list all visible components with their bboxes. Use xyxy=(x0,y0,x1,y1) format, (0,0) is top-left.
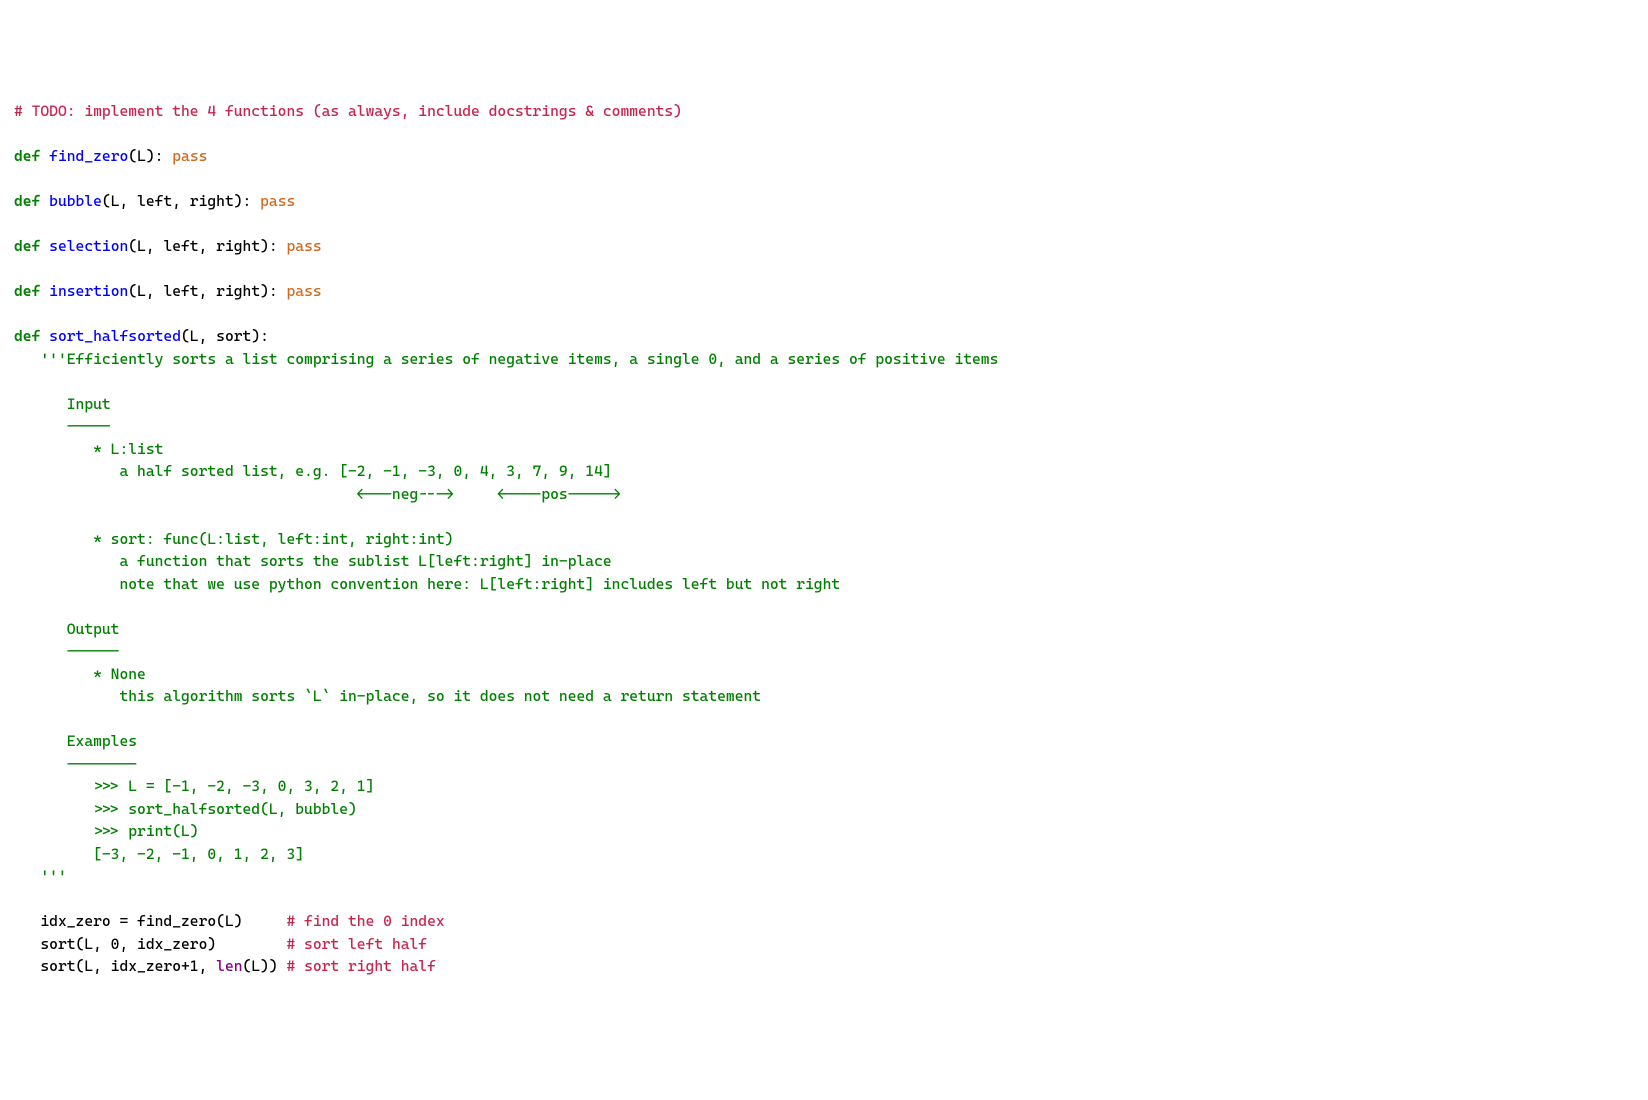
code-token: a half sorted list, e.g. [-2, -1, -3, 0,… xyxy=(14,462,612,480)
code-line: sort(L, 0, idx_zero) # sort left half xyxy=(14,933,1634,956)
code-line: note that we use python convention here:… xyxy=(14,573,1634,596)
code-token: * sort: func(L:list, left:int, right:int… xyxy=(14,530,453,548)
code-token xyxy=(40,327,49,345)
code-token: Examples xyxy=(14,732,137,750)
code-line xyxy=(14,370,1634,393)
code-token: # find the 0 index xyxy=(286,912,444,930)
code-token: >>> sort_halfsorted(L, bubble) xyxy=(14,800,357,818)
code-line: def bubble(L, left, right): pass xyxy=(14,190,1634,213)
code-line: * None xyxy=(14,663,1634,686)
code-token: ------ xyxy=(14,642,119,660)
code-token: pass xyxy=(286,282,321,300)
code-token: idx_zero = find_zero(L) xyxy=(14,912,286,930)
code-token xyxy=(40,282,49,300)
code-token: # sort right half xyxy=(286,957,435,975)
code-token: (L, left, right): xyxy=(128,237,286,255)
code-line: '''Efficiently sorts a list comprising a… xyxy=(14,348,1634,371)
code-token: >>> L = [-1, -2, -3, 0, 3, 2, 1] xyxy=(14,777,374,795)
code-line: ------ xyxy=(14,640,1634,663)
code-token: def xyxy=(14,147,40,165)
code-token: Input xyxy=(14,395,111,413)
code-token: def xyxy=(14,192,40,210)
code-line: this algorithm sorts `L` in-place, so it… xyxy=(14,685,1634,708)
code-token xyxy=(14,350,40,368)
code-token: find_zero xyxy=(49,147,128,165)
code-token: -------- xyxy=(14,755,137,773)
code-token: # TODO: implement the 4 functions (as al… xyxy=(14,102,682,120)
code-token: def xyxy=(14,282,40,300)
code-line: def find_zero(L): pass xyxy=(14,145,1634,168)
code-line xyxy=(14,708,1634,731)
code-line: Output xyxy=(14,618,1634,641)
code-token: def xyxy=(14,237,40,255)
code-token: sort(L, idx_zero+1, xyxy=(14,957,216,975)
code-token: insertion xyxy=(49,282,128,300)
code-token: >>> print(L) xyxy=(14,822,199,840)
code-token: '''Efficiently sorts a list comprising a… xyxy=(40,350,998,368)
code-token: ----- xyxy=(14,417,111,435)
code-line: >>> print(L) xyxy=(14,820,1634,843)
code-token: pass xyxy=(260,192,295,210)
code-line: Examples xyxy=(14,730,1634,753)
code-line: [-3, -2, -1, 0, 1, 2, 3] xyxy=(14,843,1634,866)
code-token: (L, left, right): xyxy=(128,282,286,300)
code-token xyxy=(40,237,49,255)
code-line xyxy=(14,213,1634,236)
code-line: a half sorted list, e.g. [-2, -1, -3, 0,… xyxy=(14,460,1634,483)
code-line: -------- xyxy=(14,753,1634,776)
code-line: >>> sort_halfsorted(L, bubble) xyxy=(14,798,1634,821)
code-token: note that we use python convention here:… xyxy=(14,575,840,593)
code-line: # TODO: implement the 4 functions (as al… xyxy=(14,100,1634,123)
code-line xyxy=(14,258,1634,281)
code-token xyxy=(40,147,49,165)
code-line: * L:list xyxy=(14,438,1634,461)
code-token: sort(L, 0, idx_zero) xyxy=(14,935,286,953)
code-line xyxy=(14,168,1634,191)
code-token: (L, sort): xyxy=(181,327,269,345)
code-line xyxy=(14,303,1634,326)
code-line: def insertion(L, left, right): pass xyxy=(14,280,1634,303)
code-line: Input xyxy=(14,393,1634,416)
code-line: def sort_halfsorted(L, sort): xyxy=(14,325,1634,348)
code-token: bubble xyxy=(49,192,102,210)
code-token: [-3, -2, -1, 0, 1, 2, 3] xyxy=(14,845,304,863)
code-line: def selection(L, left, right): pass xyxy=(14,235,1634,258)
code-token: pass xyxy=(172,147,207,165)
code-token: sort_halfsorted xyxy=(49,327,181,345)
code-line: <---neg---> <----pos-----> xyxy=(14,483,1634,506)
code-token: <---neg---> <----pos-----> xyxy=(14,485,620,503)
code-line: a function that sorts the sublist L[left… xyxy=(14,550,1634,573)
code-token: Output xyxy=(14,620,119,638)
code-line: * sort: func(L:list, left:int, right:int… xyxy=(14,528,1634,551)
code-block: # TODO: implement the 4 functions (as al… xyxy=(14,100,1634,978)
code-token: selection xyxy=(49,237,128,255)
code-token: (L, left, right): xyxy=(102,192,260,210)
code-token: len xyxy=(216,957,242,975)
code-line: sort(L, idx_zero+1, len(L)) # sort right… xyxy=(14,955,1634,978)
code-token: * None xyxy=(14,665,146,683)
code-token: pass xyxy=(286,237,321,255)
code-line xyxy=(14,595,1634,618)
code-line xyxy=(14,888,1634,911)
code-line: ----- xyxy=(14,415,1634,438)
code-token: # sort left half xyxy=(286,935,427,953)
code-line: >>> L = [-1, -2, -3, 0, 3, 2, 1] xyxy=(14,775,1634,798)
code-line xyxy=(14,123,1634,146)
code-token: this algorithm sorts `L` in-place, so it… xyxy=(14,687,761,705)
code-line xyxy=(14,505,1634,528)
code-token: (L): xyxy=(128,147,172,165)
code-line: idx_zero = find_zero(L) # find the 0 ind… xyxy=(14,910,1634,933)
code-token xyxy=(40,192,49,210)
code-token: ''' xyxy=(40,867,66,885)
code-token: a function that sorts the sublist L[left… xyxy=(14,552,612,570)
code-token: def xyxy=(14,327,40,345)
code-line: ''' xyxy=(14,865,1634,888)
code-token: (L)) xyxy=(243,957,287,975)
code-token: * L:list xyxy=(14,440,163,458)
code-token xyxy=(14,867,40,885)
